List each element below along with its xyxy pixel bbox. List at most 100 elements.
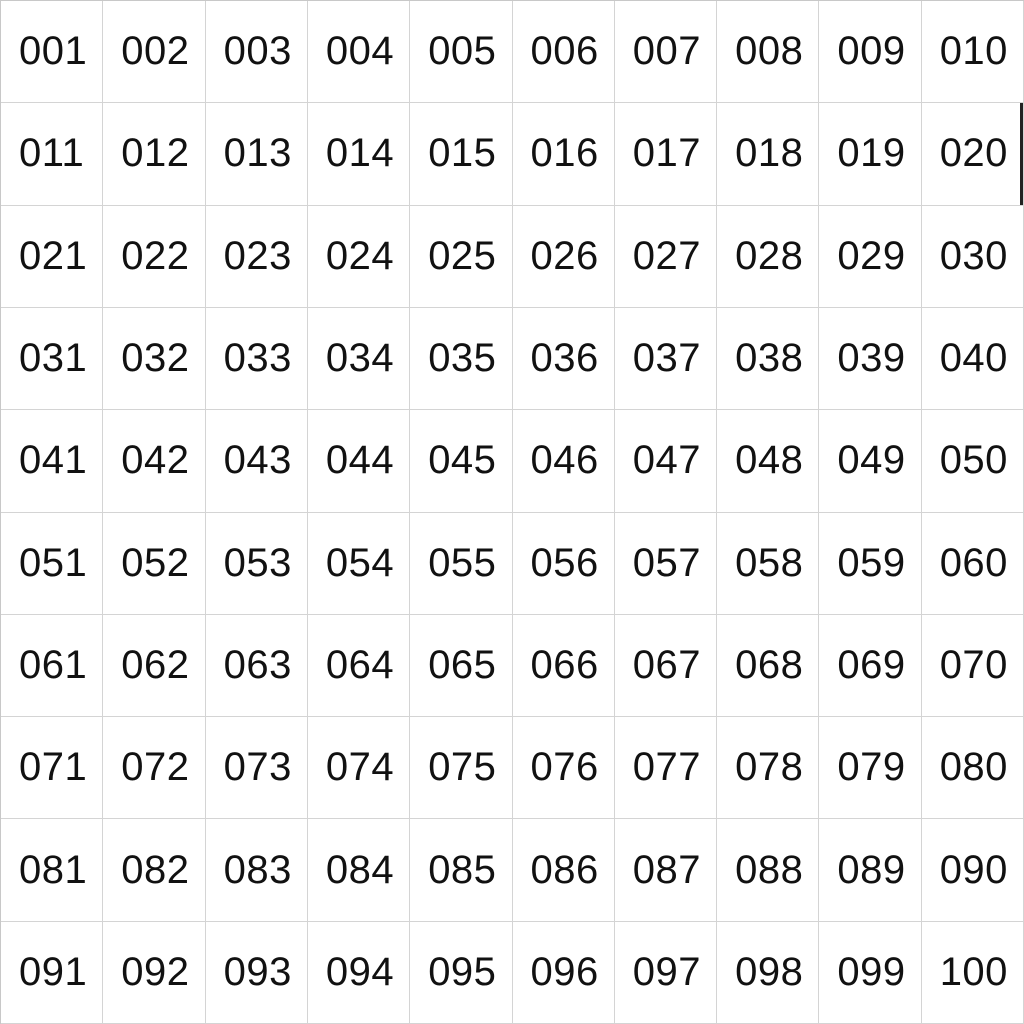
grid-cell[interactable]: 025 xyxy=(410,205,513,308)
grid-cell[interactable]: 097 xyxy=(614,921,718,1024)
grid-cell[interactable]: 003 xyxy=(205,1,308,104)
grid-cell[interactable]: 090 xyxy=(921,819,1024,922)
grid-cell[interactable]: 064 xyxy=(307,614,411,718)
grid-cell[interactable]: 080 xyxy=(921,717,1024,820)
grid-cell[interactable]: 048 xyxy=(717,410,820,513)
grid-cell[interactable]: 086 xyxy=(512,819,615,922)
grid-cell[interactable]: 001 xyxy=(1,1,104,104)
grid-cell[interactable]: 063 xyxy=(205,614,308,718)
grid-cell[interactable]: 061 xyxy=(1,614,104,718)
grid-cell[interactable]: 040 xyxy=(921,307,1024,411)
grid-cell[interactable]: 052 xyxy=(103,512,206,615)
grid-cell[interactable]: 071 xyxy=(1,717,104,820)
grid-cell[interactable]: 056 xyxy=(512,512,615,615)
grid-cell[interactable]: 053 xyxy=(205,512,308,615)
grid-cell[interactable]: 092 xyxy=(103,921,206,1024)
grid-cell[interactable]: 034 xyxy=(307,307,411,411)
grid-cell[interactable]: 072 xyxy=(103,717,206,820)
grid-cell[interactable]: 062 xyxy=(103,614,206,718)
grid-cell[interactable]: 041 xyxy=(1,410,104,513)
grid-cell[interactable]: 039 xyxy=(819,307,922,411)
grid-cell[interactable]: 013 xyxy=(205,103,308,206)
grid-cell[interactable]: 069 xyxy=(819,614,922,718)
grid-cell[interactable]: 006 xyxy=(512,1,615,104)
grid-cell[interactable]: 037 xyxy=(614,307,718,411)
grid-cell[interactable]: 015 xyxy=(410,103,513,206)
grid-cell[interactable]: 074 xyxy=(307,717,411,820)
grid-cell[interactable]: 011 xyxy=(1,103,104,206)
grid-cell[interactable]: 095 xyxy=(410,921,513,1024)
grid-cell[interactable]: 055 xyxy=(410,512,513,615)
grid-cell[interactable]: 008 xyxy=(717,1,820,104)
grid-cell[interactable]: 094 xyxy=(307,921,411,1024)
grid-cell[interactable]: 050 xyxy=(921,410,1024,513)
grid-cell[interactable]: 093 xyxy=(205,921,308,1024)
grid-cell[interactable]: 046 xyxy=(512,410,615,513)
grid-cell[interactable]: 036 xyxy=(512,307,615,411)
grid-cell[interactable]: 002 xyxy=(103,1,206,104)
grid-cell[interactable]: 035 xyxy=(410,307,513,411)
grid-cell[interactable]: 023 xyxy=(205,205,308,308)
grid-cell[interactable]: 016 xyxy=(512,103,615,206)
grid-cell[interactable]: 058 xyxy=(717,512,820,615)
grid-cell[interactable]: 065 xyxy=(410,614,513,718)
grid-cell[interactable]: 026 xyxy=(512,205,615,308)
grid-cell[interactable]: 057 xyxy=(614,512,718,615)
grid-cell[interactable]: 014 xyxy=(307,103,411,206)
grid-cell[interactable]: 081 xyxy=(1,819,104,922)
grid-cell[interactable]: 098 xyxy=(717,921,820,1024)
grid-cell[interactable]: 010 xyxy=(921,1,1024,104)
grid-cell[interactable]: 020 xyxy=(921,103,1024,206)
grid-cell[interactable]: 038 xyxy=(717,307,820,411)
grid-cell[interactable]: 047 xyxy=(614,410,718,513)
grid-cell[interactable]: 004 xyxy=(307,1,411,104)
grid-cell[interactable]: 087 xyxy=(614,819,718,922)
grid-cell[interactable]: 085 xyxy=(410,819,513,922)
grid-cell[interactable]: 031 xyxy=(1,307,104,411)
grid-cell[interactable]: 044 xyxy=(307,410,411,513)
grid-cell[interactable]: 042 xyxy=(103,410,206,513)
grid-cell[interactable]: 060 xyxy=(921,512,1024,615)
grid-cell[interactable]: 070 xyxy=(921,614,1024,718)
grid-cell[interactable]: 009 xyxy=(819,1,922,104)
grid-cell[interactable]: 100 xyxy=(921,921,1024,1024)
grid-cell[interactable]: 051 xyxy=(1,512,104,615)
grid-cell[interactable]: 012 xyxy=(103,103,206,206)
grid-cell[interactable]: 068 xyxy=(717,614,820,718)
grid-cell[interactable]: 021 xyxy=(1,205,104,308)
grid-cell[interactable]: 030 xyxy=(921,205,1024,308)
grid-cell[interactable]: 088 xyxy=(717,819,820,922)
grid-cell[interactable]: 043 xyxy=(205,410,308,513)
grid-cell[interactable]: 027 xyxy=(614,205,718,308)
grid-cell[interactable]: 067 xyxy=(614,614,718,718)
grid-cell[interactable]: 018 xyxy=(717,103,820,206)
grid-cell[interactable]: 082 xyxy=(103,819,206,922)
grid-cell[interactable]: 019 xyxy=(819,103,922,206)
grid-cell[interactable]: 077 xyxy=(614,717,718,820)
grid-cell[interactable]: 007 xyxy=(614,1,718,104)
grid-cell[interactable]: 045 xyxy=(410,410,513,513)
grid-cell[interactable]: 079 xyxy=(819,717,922,820)
grid-cell[interactable]: 049 xyxy=(819,410,922,513)
grid-cell[interactable]: 096 xyxy=(512,921,615,1024)
grid-cell[interactable]: 091 xyxy=(1,921,104,1024)
grid-cell[interactable]: 066 xyxy=(512,614,615,718)
grid-cell[interactable]: 005 xyxy=(410,1,513,104)
grid-cell[interactable]: 029 xyxy=(819,205,922,308)
grid-cell[interactable]: 059 xyxy=(819,512,922,615)
grid-cell[interactable]: 032 xyxy=(103,307,206,411)
grid-cell[interactable]: 089 xyxy=(819,819,922,922)
grid-cell[interactable]: 099 xyxy=(819,921,922,1024)
grid-cell[interactable]: 033 xyxy=(205,307,308,411)
grid-cell[interactable]: 022 xyxy=(103,205,206,308)
grid-cell[interactable]: 075 xyxy=(410,717,513,820)
grid-cell[interactable]: 073 xyxy=(205,717,308,820)
grid-cell[interactable]: 017 xyxy=(614,103,718,206)
grid-cell[interactable]: 083 xyxy=(205,819,308,922)
grid-cell[interactable]: 076 xyxy=(512,717,615,820)
grid-cell[interactable]: 028 xyxy=(717,205,820,308)
grid-cell[interactable]: 078 xyxy=(717,717,820,820)
grid-cell[interactable]: 084 xyxy=(307,819,411,922)
grid-cell[interactable]: 024 xyxy=(307,205,411,308)
grid-cell[interactable]: 054 xyxy=(307,512,411,615)
